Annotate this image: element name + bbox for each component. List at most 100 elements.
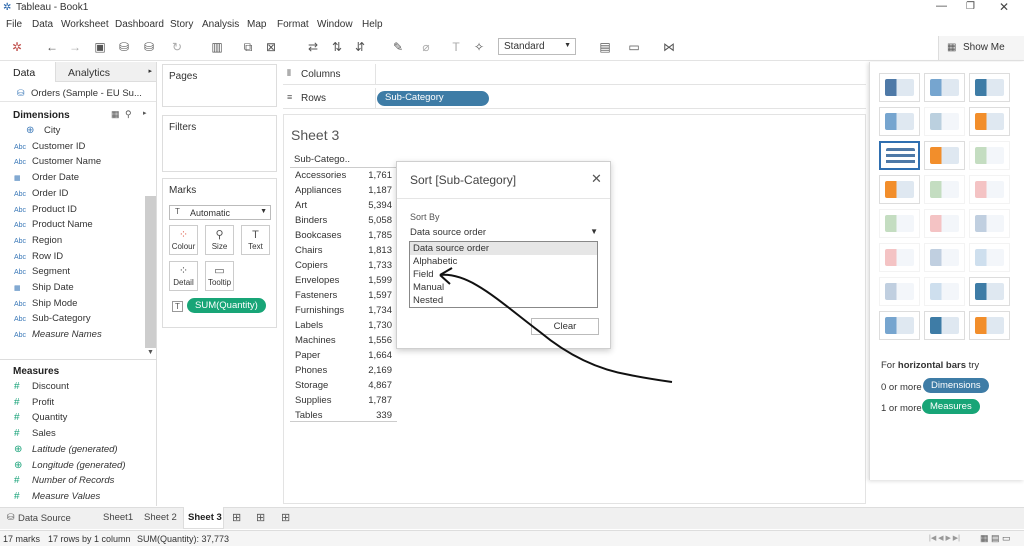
close-window-icon[interactable]: ✕ (999, 0, 1009, 14)
table-row[interactable]: Binders 5,058 (290, 213, 395, 228)
dimension-field[interactable]: ▦ Ship Date (0, 282, 74, 297)
table-row[interactable]: Supplies 1,787 (290, 393, 395, 408)
cards-icon[interactable]: ▤ (598, 40, 612, 54)
tab-sheet2[interactable]: Sheet 2 (144, 512, 177, 523)
scrollbar[interactable] (145, 196, 156, 348)
sheet-sorter-icon[interactable]: ▦ ▤ ▭ (980, 533, 1011, 544)
table-row[interactable]: Paper 1,664 (290, 348, 395, 363)
chart-type-option[interactable] (924, 73, 965, 102)
table-row[interactable]: Phones 2,169 (290, 363, 395, 378)
show-me-button[interactable]: ▦ Show Me (938, 36, 1024, 60)
minimize-icon[interactable]: — (936, 0, 947, 12)
sort-by-select[interactable]: Data source order ▼ (409, 226, 599, 240)
dimension-field[interactable]: ⊕ City (0, 125, 60, 140)
tooltip-button[interactable]: ▭ Tooltip (205, 261, 234, 291)
columns-shelf[interactable]: ⦀ Columns (283, 64, 866, 85)
dimension-field[interactable]: Abc Segment (0, 266, 70, 281)
menu-analysis[interactable]: Analysis (202, 19, 239, 30)
tab-sheet3-active[interactable]: Sheet 3 (183, 507, 224, 529)
new-dashboard-icon[interactable]: ⊞ (256, 511, 265, 524)
close-icon[interactable]: ✕ (591, 171, 602, 187)
colour-button[interactable]: ⁘ Colour (169, 225, 198, 255)
measure-field[interactable]: # Profit (0, 397, 54, 412)
chart-type-option[interactable] (879, 311, 920, 340)
refresh-icon[interactable]: ↻ (170, 40, 184, 54)
table-row[interactable]: Envelopes 1,599 (290, 273, 395, 288)
highlight-icon[interactable]: ✎ (391, 40, 405, 54)
chart-type-option[interactable] (969, 243, 1010, 272)
chart-type-option[interactable] (879, 243, 920, 272)
swap-icon[interactable]: ⇄ (306, 40, 320, 54)
chart-type-option[interactable] (879, 175, 920, 204)
menu-window[interactable]: Window (317, 19, 353, 30)
measure-field[interactable]: # Number of Records (0, 475, 114, 490)
dimension-field[interactable]: Abc Customer ID (0, 141, 85, 156)
chart-type-option[interactable] (879, 141, 920, 170)
datasource-item[interactable]: ⛁ Orders (Sample - EU Su... (0, 84, 156, 102)
chart-type-option[interactable] (879, 209, 920, 238)
table-row[interactable]: Chairs 1,813 (290, 243, 395, 258)
share-icon[interactable]: ⋈ (662, 40, 676, 54)
chart-type-option[interactable] (969, 73, 1010, 102)
dimension-field[interactable]: ▦ Order Date (0, 172, 79, 187)
new-datasource-icon[interactable]: ⛁ (117, 40, 131, 54)
search-icon[interactable]: ⚲ (125, 109, 132, 120)
tab-sheet1[interactable]: Sheet1 (103, 512, 133, 523)
redo-icon[interactable]: → (68, 40, 82, 54)
chart-type-option[interactable] (969, 277, 1010, 306)
option-data-source-order[interactable]: Data source order (410, 242, 597, 255)
pages-card[interactable]: Pages (162, 64, 277, 107)
chart-type-option[interactable] (879, 73, 920, 102)
rows-shelf[interactable]: ≡ Rows Sub-Category (283, 88, 866, 109)
pane-divider[interactable] (0, 359, 156, 360)
table-row[interactable]: Art 5,394 (290, 198, 395, 213)
measure-field[interactable]: # Discount (0, 381, 69, 396)
labels-icon[interactable]: T (449, 40, 463, 54)
nav-first-icon[interactable]: |◀ ◀ ▶ ▶| (929, 534, 960, 542)
clear-sheet-icon[interactable]: ⊠ (264, 40, 278, 54)
chart-type-option[interactable] (969, 175, 1010, 204)
presentation-icon[interactable]: ▭ (627, 40, 641, 54)
scroll-down-icon[interactable]: ▼ (147, 349, 154, 356)
table-row[interactable]: Bookcases 1,785 (290, 228, 395, 243)
filters-card[interactable]: Filters (162, 115, 277, 172)
measure-field[interactable]: # Quantity (0, 412, 67, 427)
detail-button[interactable]: ⁘ Detail (169, 261, 198, 291)
data-tab[interactable]: Data (0, 62, 55, 82)
view-icon[interactable]: ▦ (111, 109, 120, 120)
maximize-icon[interactable]: ❐ (966, 1, 975, 12)
dimension-field[interactable]: Abc Region (0, 235, 62, 250)
table-row[interactable]: Labels 1,730 (290, 318, 395, 333)
measure-field[interactable]: ⊕ Latitude (generated) (0, 444, 118, 459)
new-worksheet-icon[interactable]: ▥ (210, 40, 224, 54)
menu-data[interactable]: Data (32, 19, 53, 30)
menu-map[interactable]: Map (247, 19, 266, 30)
chart-type-option[interactable] (969, 311, 1010, 340)
measure-field[interactable]: # Sales (0, 428, 56, 443)
save-icon[interactable]: ▣ (93, 40, 107, 54)
undo-icon[interactable]: ← (45, 40, 59, 54)
table-row[interactable]: Accessories 1,761 (290, 168, 395, 183)
dimension-field[interactable]: Abc Measure Names (0, 329, 102, 344)
table-row[interactable]: Storage 4,867 (290, 378, 395, 393)
chart-type-option[interactable] (924, 141, 965, 170)
analytics-tab[interactable]: Analytics ▸ (55, 62, 156, 82)
new-sheet-icon[interactable]: ⊞ (232, 511, 241, 524)
sort-ascending-icon[interactable]: ⇅ (330, 40, 344, 54)
dimension-field[interactable]: Abc Sub-Category (0, 313, 91, 328)
table-row[interactable]: Copiers 1,733 (290, 258, 395, 273)
text-button[interactable]: T Text (241, 225, 270, 255)
chart-type-option[interactable] (969, 141, 1010, 170)
size-button[interactable]: ⚲ Size (205, 225, 234, 255)
menu-dashboard[interactable]: Dashboard (115, 19, 164, 30)
chart-type-option[interactable] (924, 209, 965, 238)
dimension-field[interactable]: Abc Ship Mode (0, 298, 77, 313)
menu-story[interactable]: Story (170, 19, 193, 30)
chart-type-option[interactable] (969, 107, 1010, 136)
group-icon[interactable]: ⌀ (419, 40, 433, 54)
dimension-field[interactable]: Abc Customer Name (0, 156, 101, 171)
chart-type-option[interactable] (924, 277, 965, 306)
fit-select[interactable]: Standard ▼ (498, 38, 576, 55)
table-row[interactable]: Appliances 1,187 (290, 183, 395, 198)
sub-category-pill[interactable]: Sub-Category (377, 91, 489, 106)
